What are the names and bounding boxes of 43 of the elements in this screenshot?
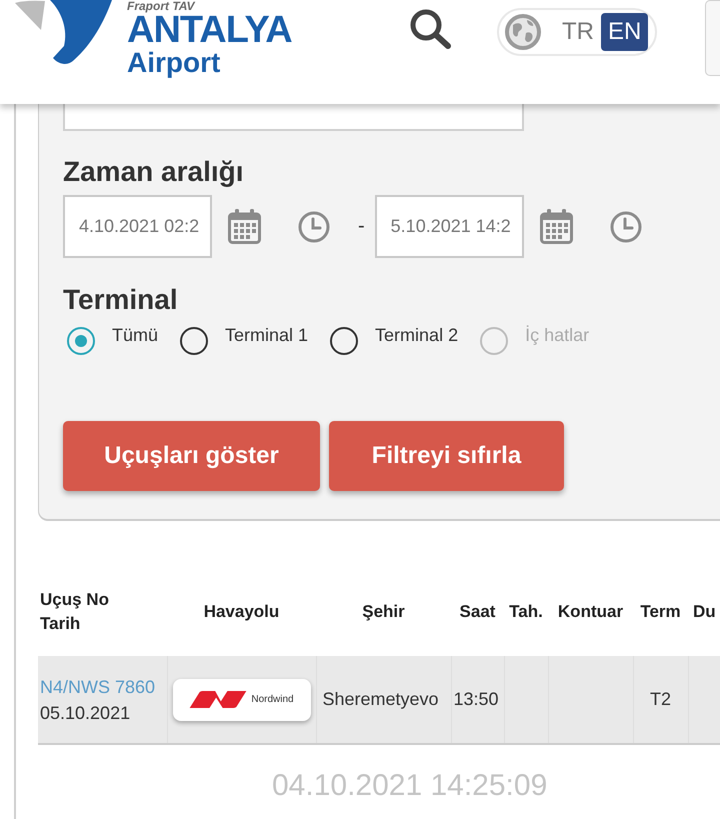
column-header: Havayolu [202, 601, 280, 623]
column-header: Du [693, 601, 717, 623]
n-logo-icon [189, 691, 248, 708]
show-flights-button[interactable]: Uçuşları göster [63, 421, 320, 491]
calendar-icon[interactable] [228, 209, 261, 244]
table-cell: Sheremetyevo [316, 656, 451, 744]
language-option[interactable]: TR [555, 13, 601, 51]
radio-label[interactable]: Terminal 2 [375, 324, 458, 346]
reset-filter-button[interactable]: Filtreyi sıfırla [329, 421, 564, 491]
column-header: Tah. [508, 601, 544, 623]
column-header: Şehir [361, 601, 406, 623]
clock-icon[interactable] [298, 210, 330, 242]
logo-title: ANTALYA [127, 11, 292, 49]
radio-button[interactable] [67, 327, 95, 355]
logo-tagline: Fraport TAV [127, 0, 195, 12]
column-header: Saat [458, 601, 496, 623]
date-field[interactable]: 5.10.2021 14:2 [374, 195, 524, 258]
input-field[interactable] [63, 104, 524, 131]
date-field[interactable]: 4.10.2021 02:2 [63, 195, 212, 258]
section-title: Terminal [63, 283, 178, 317]
language-option[interactable]: EN [601, 13, 648, 51]
column-header: Uçuş No [40, 589, 110, 611]
update-timestamp: 04.10.2021 14:25:09 [272, 769, 548, 802]
flight-date: 05.10.2021 [40, 702, 132, 724]
range-separator: - [358, 215, 365, 238]
radio-label[interactable]: Tümü [112, 324, 158, 346]
radio-button[interactable] [330, 327, 358, 355]
globe-icon [505, 14, 541, 50]
radio-button[interactable] [180, 327, 208, 355]
clock-icon[interactable] [610, 210, 642, 242]
radio-label: İç hatlar [525, 324, 590, 346]
section-title: Zaman aralığı [63, 155, 244, 189]
logo-subtitle: Airport [127, 49, 220, 77]
search-icon[interactable] [408, 8, 452, 50]
radio-label[interactable]: Terminal 1 [225, 324, 308, 346]
airline-name: Nordwind [251, 694, 294, 705]
table-cell: T2 [633, 656, 688, 744]
column-header: Kontuar [556, 601, 624, 623]
column-header: Tarih [40, 613, 82, 635]
table-cell: 13:50 [451, 656, 504, 744]
calendar-icon[interactable] [540, 209, 573, 244]
flight-number-link[interactable]: N4/NWS 7860 [40, 674, 164, 700]
column-header: Term [639, 601, 682, 623]
